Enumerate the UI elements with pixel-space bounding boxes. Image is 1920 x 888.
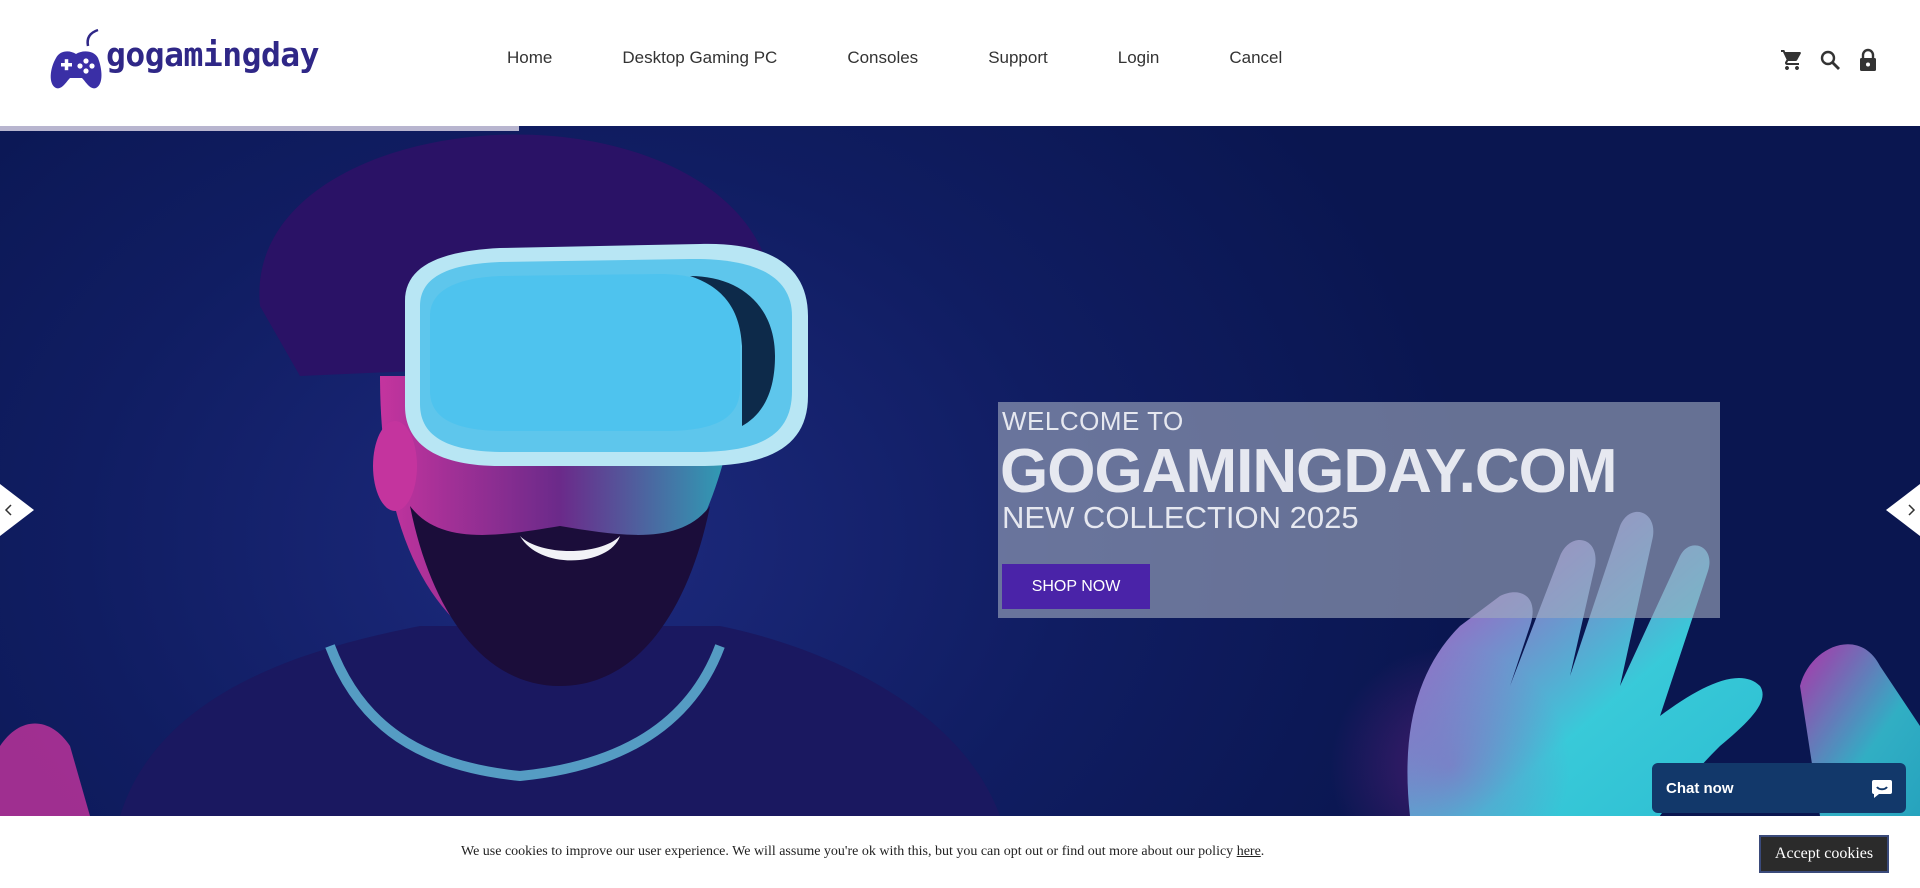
shop-now-button[interactable]: SHOP NOW	[1002, 564, 1150, 609]
nav-desktop-gaming-pc[interactable]: Desktop Gaming PC	[622, 48, 777, 68]
chat-widget[interactable]: Chat now	[1652, 763, 1906, 813]
hero-caption: WELCOME TO GOGAMINGDAY.COM NEW COLLECTIO…	[998, 402, 1720, 618]
hero-welcome-text: WELCOME TO	[1002, 406, 1184, 436]
cookie-text: We use cookies to improve our user exper…	[461, 844, 1237, 859]
accept-cookies-button[interactable]: Accept cookies	[1759, 835, 1889, 873]
chevron-left-icon	[0, 484, 34, 536]
hero-collection-text: NEW COLLECTION 2025	[1002, 500, 1359, 535]
cookie-banner: We use cookies to improve our user exper…	[0, 816, 1920, 888]
main-nav: Home Desktop Gaming PC Consoles Support …	[472, 48, 1317, 68]
cookie-policy-link[interactable]: here	[1237, 844, 1261, 859]
header-icons	[1780, 48, 1880, 72]
site-header: gogamingday Home Desktop Gaming PC Conso…	[0, 0, 1920, 126]
search-icon[interactable]	[1818, 48, 1842, 72]
chevron-right-icon	[1886, 484, 1920, 536]
slider-progress-bar	[0, 126, 519, 131]
hero-site-title: GOGAMINGDAY.COM	[1000, 437, 1618, 506]
cart-icon[interactable]	[1780, 48, 1804, 72]
hero-slider: WELCOME TO GOGAMINGDAY.COM NEW COLLECTIO…	[0, 126, 1920, 816]
nav-home[interactable]: Home	[507, 48, 552, 68]
gamepad-logo-icon	[50, 28, 102, 89]
brand-name: gogamingday	[106, 34, 320, 74]
chat-label: Chat now	[1666, 779, 1734, 797]
nav-consoles[interactable]: Consoles	[847, 48, 918, 68]
cookie-message: We use cookies to improve our user exper…	[461, 844, 1264, 860]
nav-login[interactable]: Login	[1118, 48, 1160, 68]
chat-bubble-icon	[1872, 780, 1892, 798]
cookie-text-end: .	[1260, 844, 1265, 859]
lock-icon[interactable]	[1856, 48, 1880, 72]
nav-cancel[interactable]: Cancel	[1229, 48, 1282, 68]
site-logo[interactable]: gogamingday	[48, 26, 320, 92]
nav-support[interactable]: Support	[988, 48, 1048, 68]
slider-next-button[interactable]	[1886, 484, 1920, 536]
slider-prev-button[interactable]	[0, 484, 34, 536]
